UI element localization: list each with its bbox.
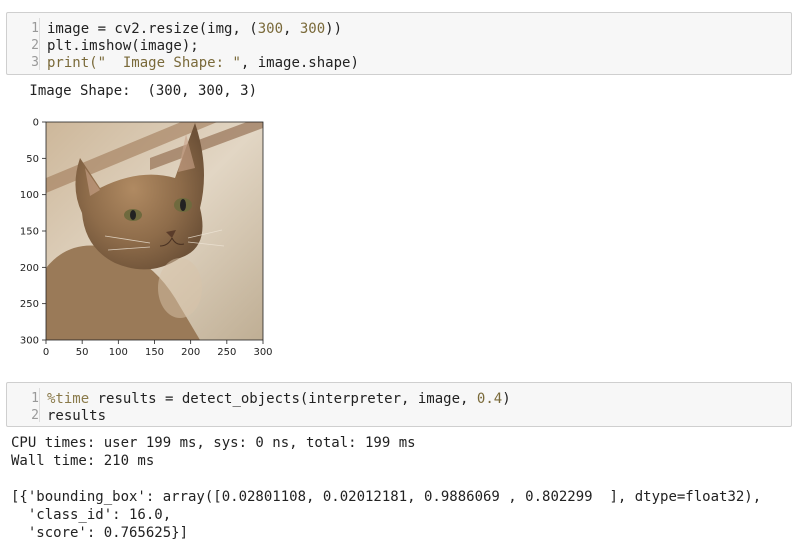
code-cell-2[interactable]: 1 %time results = detect_objects(interpre… (6, 382, 792, 427)
x-axis-ticks: 0 50 100 150 200 250 300 (43, 340, 273, 358)
output-line: 'class_id': 16.0, (11, 507, 172, 523)
x-tick-label: 200 (181, 347, 200, 358)
y-tick-label: 150 (20, 227, 39, 238)
code-text[interactable]: results (47, 407, 106, 425)
gutter-divider (39, 388, 40, 422)
x-tick-label: 300 (253, 347, 272, 358)
code-text[interactable]: plt.imshow(image); (47, 37, 199, 55)
code-text[interactable]: %time results = detect_objects(interpret… (47, 390, 511, 408)
output-line: [{'bounding_box': array([0.02801108, 0.0… (11, 489, 762, 505)
line-number: 1 (31, 21, 39, 36)
image-area (46, 122, 263, 340)
y-axis-ticks: 0 50 100 150 200 250 300 (20, 118, 46, 347)
x-tick-label: 250 (217, 347, 236, 358)
output-line: CPU times: user 199 ms, sys: 0 ns, total… (11, 435, 416, 451)
gutter-divider (39, 18, 40, 70)
y-tick-label: 100 (20, 190, 39, 201)
output-image-shape: Image Shape: (300, 300, 3) (21, 83, 258, 99)
imshow-plot: 0 50 100 150 200 250 300 0 50 100 150 200 250 300 (20, 118, 273, 359)
line-number: 3 (31, 55, 39, 70)
x-tick-label: 100 (109, 347, 128, 358)
line-number: 1 (31, 391, 39, 406)
output-line: 'score': 0.765625}] (11, 525, 189, 541)
line-number: 2 (31, 408, 39, 423)
y-tick-label: 300 (20, 336, 39, 347)
code-text[interactable]: image = cv2.resize(img, (300, 300)) (47, 20, 342, 38)
line-number: 2 (31, 38, 39, 53)
code-text[interactable]: print(" Image Shape: ", image.shape) (47, 54, 359, 72)
y-tick-label: 250 (20, 299, 39, 310)
y-tick-label: 200 (20, 263, 39, 274)
code-cell-1[interactable]: 1 image = cv2.resize(img, (300, 300)) 2 plt… (6, 12, 792, 75)
x-tick-label: 150 (145, 347, 164, 358)
x-tick-label: 0 (43, 347, 49, 358)
output-line: Wall time: 210 ms (11, 453, 155, 469)
y-tick-label: 0 (33, 118, 39, 129)
x-tick-label: 50 (76, 347, 89, 358)
y-tick-label: 50 (26, 154, 39, 165)
